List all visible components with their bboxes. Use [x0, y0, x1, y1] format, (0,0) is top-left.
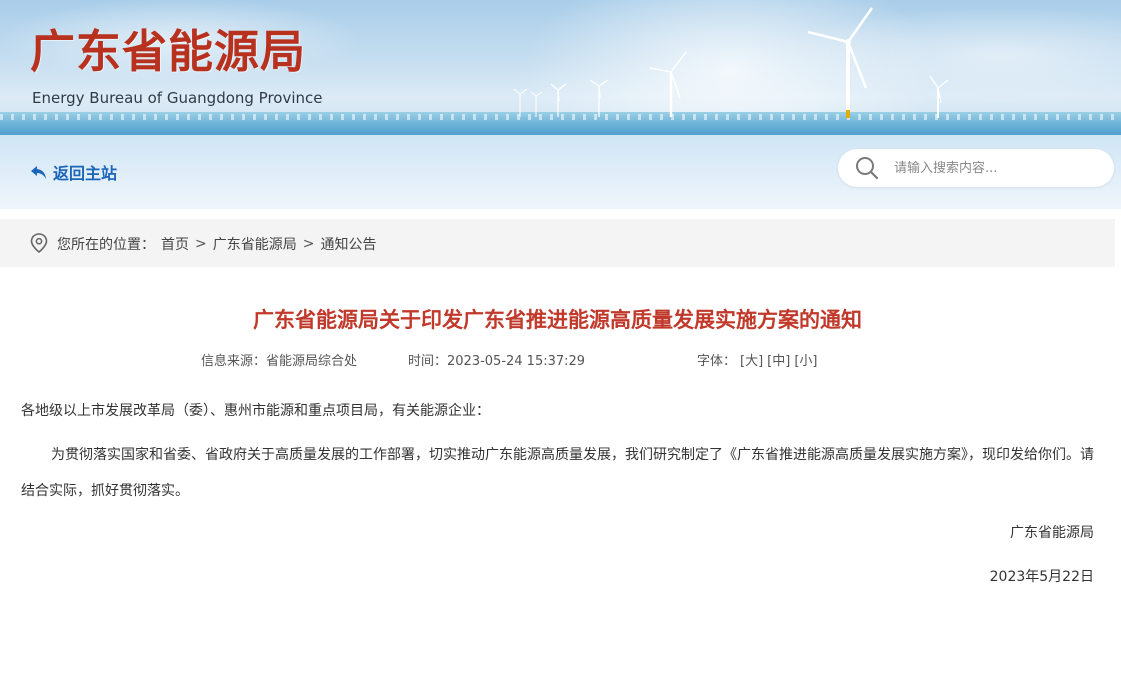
article-time: 时间：2023-05-24 15:37:29 [408, 354, 586, 369]
signature-date: 2023年5月22日 [989, 569, 1094, 585]
font-size-medium-button[interactable]: [中] [767, 354, 790, 369]
wind-turbine-right [929, 75, 949, 118]
breadcrumb: 您所在的位置： 首页 > 广东省能源局 > 通知公告 [57, 234, 376, 254]
breadcrumb-separator: > [195, 236, 207, 252]
wind-turbine-mid [649, 51, 687, 117]
header-banner: 广东省能源局 Energy Bureau of Guangdong Provin… [0, 0, 1121, 135]
font-size-label: 字体： [697, 354, 737, 369]
location-pin-icon [30, 233, 48, 253]
article-title: 广东省能源局关于印发广东省推进能源高质量发展实施方案的通知 [253, 308, 862, 332]
font-size-large-button[interactable]: [大] [740, 354, 763, 369]
breadcrumb-separator: > [302, 236, 315, 252]
breadcrumb-energy-bureau[interactable]: 广东省能源局 [213, 234, 297, 254]
font-size-switcher: 字体： [大] [中] [小] [697, 350, 817, 369]
breadcrumb-home[interactable]: 首页 [161, 234, 189, 254]
wind-turbine-small-1 [589, 79, 609, 117]
wind-turbine-large [807, 7, 874, 118]
site-logo-title: 广东省能源局 [30, 25, 307, 78]
back-to-main-link[interactable]: 返回主站 [30, 160, 117, 184]
font-size-small-button[interactable]: [小] [794, 354, 817, 369]
wind-turbine-small-2 [550, 83, 567, 117]
breadcrumb-notices[interactable]: 通知公告 [320, 234, 376, 254]
search-icon[interactable] [854, 155, 880, 181]
wind-turbine-small-3 [513, 88, 528, 117]
breadcrumb-bar: 您所在的位置： 首页 > 广东省能源局 > 通知公告 [0, 219, 1115, 267]
return-arrow-icon [31, 166, 46, 179]
back-to-main-label: 返回主站 [53, 164, 118, 183]
search-input[interactable] [892, 159, 1096, 177]
signature-organization: 广东省能源局 [1010, 525, 1094, 541]
article-salutation: 各地级以上市发展改革局（委）、惠州市能源和重点项目局，有关能源企业： [21, 403, 490, 419]
article-source: 信息来源：省能源局综合处 [201, 354, 358, 369]
wind-turbine-small-4 [530, 91, 543, 117]
site-logo-subtitle: Energy Bureau of Guangdong Province [32, 89, 323, 107]
article-body-paragraph: 为贯彻落实国家和省委、省政府关于高质量发展的工作部署，切实推动广东能源高质量发展… [21, 447, 1094, 499]
breadcrumb-prefix: 您所在的位置： [57, 237, 155, 253]
search-box[interactable] [838, 149, 1114, 187]
